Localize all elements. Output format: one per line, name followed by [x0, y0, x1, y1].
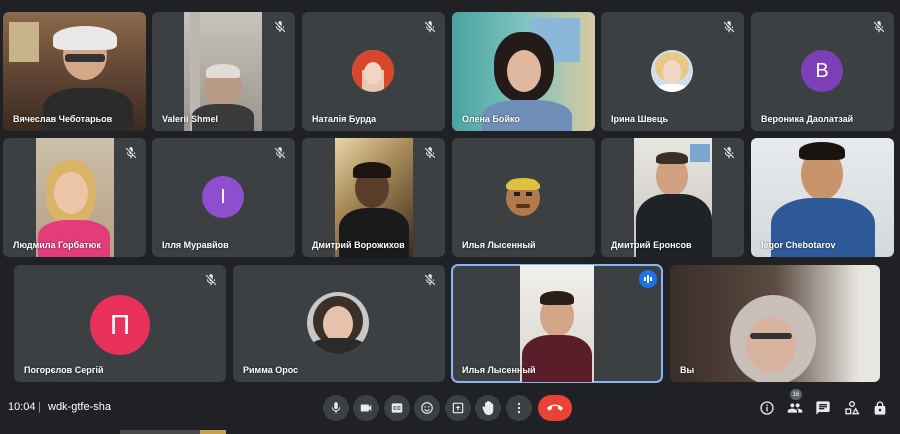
participant-tile[interactable]: Илья Лысенный [452, 138, 595, 257]
end-call-icon [547, 404, 563, 411]
participant-tile[interactable]: Дмитрий Ворожихов [302, 138, 445, 257]
chat-icon [816, 401, 830, 415]
people-button[interactable]: 16 [786, 389, 804, 417]
participant-name: Людмила Горбатюк [13, 240, 101, 250]
participant-tile-active-speaker[interactable]: Илья Лысенный [451, 264, 663, 383]
avatar [651, 50, 693, 92]
chat-button[interactable] [814, 399, 832, 417]
mic-off-icon [723, 21, 735, 33]
captions-icon [391, 403, 403, 413]
taskbar-fragment [200, 430, 226, 434]
participant-tile[interactable]: П Погорєлов Сергій [14, 265, 226, 382]
participant-tile[interactable]: В Вероника Даолатзай [751, 12, 894, 131]
participant-name: Ірина Швець [611, 114, 669, 124]
activities-button[interactable] [843, 399, 861, 417]
info-icon [760, 401, 774, 415]
audio-level-icon [639, 270, 657, 288]
info-button[interactable] [758, 399, 776, 417]
emoji-icon [421, 402, 433, 414]
present-button[interactable] [445, 395, 471, 421]
clock: 10:04 [8, 401, 36, 413]
participant-count-badge: 16 [790, 389, 802, 400]
participant-name: Вячеслав Чеботарьов [13, 114, 113, 124]
present-icon [452, 402, 464, 414]
participant-name: Илья Лысенный [462, 365, 536, 375]
participant-tile[interactable]: Iegor Chebotarov [751, 138, 894, 257]
camera-icon [360, 404, 372, 412]
activities-icon [845, 401, 860, 415]
participant-tile[interactable]: Вячеслав Чеботарьов [3, 12, 146, 131]
mic-off-icon [723, 147, 735, 159]
raise-hand-icon [482, 401, 494, 415]
participant-name: Погорєлов Сергій [24, 365, 104, 375]
avatar [352, 50, 394, 92]
separator: | [38, 401, 41, 413]
participant-tile[interactable]: Олена Бойко [452, 12, 595, 131]
participant-video [670, 265, 880, 382]
mic-off-icon [424, 147, 436, 159]
participant-tile-self[interactable]: Вы [670, 265, 880, 382]
emoji-button[interactable] [414, 395, 440, 421]
participant-name: Вероника Даолатзай [761, 114, 854, 124]
participant-tile[interactable]: Людмила Горбатюк [3, 138, 146, 257]
participant-name: Римма Орос [243, 365, 299, 375]
mic-off-icon [274, 21, 286, 33]
meeting-code: wdk-gtfe-sha [48, 401, 111, 413]
more-options-button[interactable] [506, 395, 532, 421]
host-controls-button[interactable] [871, 399, 889, 417]
avatar: І [202, 176, 244, 218]
participant-tile[interactable]: Дмитрий Еронсов [601, 138, 744, 257]
participant-tile[interactable]: Наталія Бурда [302, 12, 445, 131]
avatar [307, 292, 369, 354]
avatar: П [90, 295, 150, 355]
mic-off-icon [205, 274, 217, 286]
participant-tile[interactable]: І Ілля Муравйов [152, 138, 295, 257]
participant-tile[interactable]: Римма Орос [233, 265, 445, 382]
participant-tile[interactable]: Valerii Shmel [152, 12, 295, 131]
taskbar-fragment [120, 430, 200, 434]
participant-name: Ілля Муравйов [162, 240, 229, 250]
avatar [502, 176, 544, 218]
mic-off-icon [274, 147, 286, 159]
participant-name: Наталія Бурда [312, 114, 377, 124]
participant-name: Вы [680, 365, 695, 375]
participant-name: Дмитрий Еронсов [611, 240, 692, 250]
host-controls-icon [874, 401, 886, 415]
people-icon [787, 403, 803, 413]
mic-off-icon [125, 147, 137, 159]
bottom-toolbar: 10:04 | wdk-gtfe-sha 16 [0, 389, 900, 434]
mic-icon [331, 402, 341, 414]
mic-button[interactable] [323, 395, 349, 421]
participant-name: Олена Бойко [462, 114, 520, 124]
raise-hand-button[interactable] [475, 395, 501, 421]
mic-off-icon [424, 274, 436, 286]
captions-button[interactable] [384, 395, 410, 421]
mic-off-icon [873, 147, 885, 159]
more-options-icon [517, 402, 521, 414]
participant-name: Valerii Shmel [162, 114, 219, 124]
participant-name: Илья Лысенный [462, 240, 536, 250]
mic-off-icon [424, 21, 436, 33]
participant-name: Дмитрий Ворожихов [312, 240, 405, 250]
end-call-button[interactable] [538, 395, 572, 421]
participant-name: Iegor Chebotarov [761, 240, 836, 250]
participant-tile[interactable]: Ірина Швець [601, 12, 744, 131]
avatar: В [801, 50, 843, 92]
mic-off-icon [873, 21, 885, 33]
camera-button[interactable] [353, 395, 379, 421]
